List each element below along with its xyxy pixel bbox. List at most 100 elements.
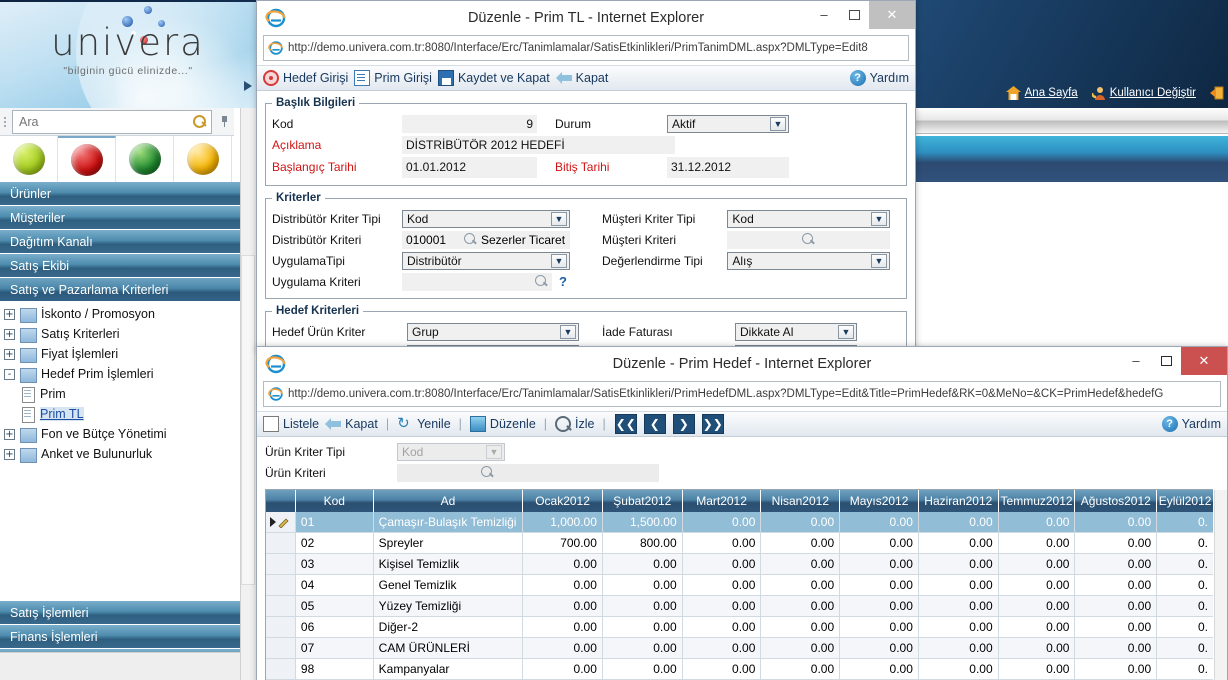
quick-tab-green[interactable] xyxy=(0,136,58,182)
kaydet-ve-kapat-button[interactable]: Kaydet ve Kapat xyxy=(437,70,550,86)
grid-column-mayis2012[interactable]: Mayıs2012 xyxy=(840,490,919,512)
select-musteri-kriter-tipi[interactable]: Kod ▼ xyxy=(727,209,890,228)
chevron-down-icon[interactable]: ▼ xyxy=(871,253,887,268)
tree-item-anket-ve-bulunurluk[interactable]: + Anket ve Bulunurluk xyxy=(0,444,240,464)
expander-icon[interactable]: + xyxy=(4,328,15,340)
table-row[interactable]: 04 Genel Temizlik 0.00 0.00 0.00 0.00 0.… xyxy=(266,575,1213,596)
first-record-button[interactable]: ❮❮ xyxy=(614,414,637,434)
grid-vertical-scrollbar[interactable] xyxy=(1214,490,1227,680)
table-row[interactable]: 03 Kişisel Temizlik 0.00 0.00 0.00 0.00 … xyxy=(266,554,1213,575)
table-row[interactable]: 05 Yüzey Temizliği 0.00 0.00 0.00 0.00 0… xyxy=(266,596,1213,617)
tree-item-label[interactable]: Prim TL xyxy=(40,407,84,421)
field-kod[interactable]: 9 xyxy=(402,114,537,133)
grid-column-subat2012[interactable]: Şubat2012 xyxy=(603,490,683,512)
grid-column-ocak2012[interactable]: Ocak2012 xyxy=(523,490,603,512)
collapse-icon[interactable]: - xyxy=(4,368,15,380)
select-durum[interactable]: Aktif ▼ xyxy=(667,114,789,133)
expander-icon[interactable]: + xyxy=(4,308,15,320)
help-question-icon[interactable]: ? xyxy=(555,274,571,290)
portal-link-logout[interactable]: Ç xyxy=(1210,86,1228,100)
quick-tab-red[interactable] xyxy=(58,136,116,182)
window-prim-tl[interactable]: Düzenle - Prim TL - Internet Explorer – … xyxy=(256,0,916,394)
chevron-down-icon[interactable]: ▼ xyxy=(770,116,786,131)
field-bitis-tarihi[interactable]: 31.12.2012 xyxy=(667,156,789,178)
window1-titlebar[interactable]: Düzenle - Prim TL - Internet Explorer – … xyxy=(257,0,915,35)
tree-item-iskonto-promosyon[interactable]: + İskonto / Promosyon xyxy=(0,304,240,324)
chevron-down-icon[interactable]: ▼ xyxy=(551,253,567,268)
quick-tab-yellow[interactable] xyxy=(174,136,232,182)
kapat-button[interactable]: Kapat xyxy=(325,417,378,431)
search-box[interactable] xyxy=(12,109,212,134)
duzenle-button[interactable]: Düzenle xyxy=(469,416,536,432)
select-hedef-urun-kriter[interactable]: Grup ▼ xyxy=(407,323,579,341)
table-row[interactable]: 98 Kampanyalar 0.00 0.00 0.00 0.00 0.00 … xyxy=(266,659,1213,680)
sidebar-item-satis-ve-pazarlama-kriterleri[interactable]: Satış ve Pazarlama Kriterleri xyxy=(0,278,240,302)
field-baslangic-tarihi[interactable]: 01.01.2012 xyxy=(402,156,537,178)
hedef-girisi-button[interactable]: Hedef Girişi xyxy=(263,70,348,86)
drag-grip-icon[interactable] xyxy=(0,112,10,132)
expander-icon[interactable]: + xyxy=(4,428,15,440)
panel-expand-arrow-icon[interactable] xyxy=(244,80,252,91)
window2-titlebar[interactable]: Düzenle - Prim Hedef - Internet Explorer… xyxy=(257,346,1227,381)
grid-column-mart2012[interactable]: Mart2012 xyxy=(683,490,762,512)
window1-address-bar[interactable]: http://demo.univera.com.tr:8080/Interfac… xyxy=(263,35,909,61)
quick-tab-dark-green[interactable] xyxy=(116,136,174,182)
listele-button[interactable]: Listele xyxy=(263,416,319,432)
yardim-button[interactable]: ? Yardım xyxy=(849,70,909,86)
maximize-button[interactable] xyxy=(839,1,869,29)
field-aciklama[interactable]: DİSTRİBÜTÖR 2012 HEDEFİ xyxy=(402,135,675,154)
lookup-search-icon[interactable] xyxy=(535,275,548,288)
grid-column-kod[interactable]: Kod xyxy=(296,490,374,512)
window-prim-hedef[interactable]: Düzenle - Prim Hedef - Internet Explorer… xyxy=(256,346,1228,680)
table-row[interactable]: 01 Çamaşır-Bulaşık Temizliği 1,000.00 1,… xyxy=(266,512,1213,533)
chevron-down-icon[interactable]: ▼ xyxy=(551,211,567,226)
table-row[interactable]: 07 CAM ÜRÜNLERİ 0.00 0.00 0.00 0.00 0.00… xyxy=(266,638,1213,659)
table-row[interactable]: 02 Spreyler 700.00 800.00 0.00 0.00 0.00… xyxy=(266,533,1213,554)
sidebar-item-musteriler[interactable]: Müşteriler xyxy=(0,206,240,230)
kapat-button[interactable]: Kapat xyxy=(555,71,608,85)
tree-item-hedef-prim-islemleri[interactable]: - Hedef Prim İşlemleri xyxy=(0,364,240,384)
close-button[interactable]: ✕ xyxy=(869,0,915,29)
tree-item-satis-kriterleri[interactable]: + Satış Kriterleri xyxy=(0,324,240,344)
select-uygulama-tipi[interactable]: Distribütör ▼ xyxy=(402,251,570,270)
select-degerlendirme-tipi[interactable]: Alış ▼ xyxy=(727,251,890,270)
grid-column-nisan2012[interactable]: Nisan2012 xyxy=(761,490,841,512)
sidebar-item-finans-islemleri[interactable]: Finans İşlemleri xyxy=(0,625,240,649)
lookup-search-icon[interactable] xyxy=(802,233,815,246)
left-panel-scrollbar[interactable] xyxy=(241,255,255,585)
expander-icon[interactable]: + xyxy=(4,348,15,360)
chevron-down-icon[interactable]: ▼ xyxy=(871,211,887,226)
minimize-button[interactable]: – xyxy=(809,1,839,29)
sidebar-item-satis-ekibi[interactable]: Satış Ekibi xyxy=(0,254,240,278)
grid-column-ad[interactable]: Ad xyxy=(374,490,524,512)
grid-column-haziran2012[interactable]: Haziran2012 xyxy=(919,490,999,512)
portal-link-kullanici-degistir[interactable]: Kullanıcı Değiştir xyxy=(1090,86,1196,100)
portal-link-ana-sayfa[interactable]: Ana Sayfa xyxy=(1005,86,1078,100)
sidebar-item-dagitim-kanali[interactable]: Dağıtım Kanalı xyxy=(0,230,240,254)
window2-address-bar[interactable]: http://demo.univera.com.tr:8080/Interfac… xyxy=(263,381,1221,407)
lookup-uygulama-kriteri[interactable] xyxy=(402,272,552,291)
sidebar-item-urunler[interactable]: Ürünler xyxy=(0,182,240,206)
lookup-distributor-kriteri[interactable]: 010001 Sezerler Ticaret xyxy=(402,230,570,249)
previous-record-button[interactable]: ❮ xyxy=(643,414,666,434)
search-icon[interactable] xyxy=(193,114,207,129)
grid-column-eylul2012[interactable]: Eylül2012 xyxy=(1157,490,1213,512)
chevron-down-icon[interactable]: ▼ xyxy=(838,325,854,339)
grid-column-indicator[interactable] xyxy=(266,490,296,512)
tree-item-fon-ve-butce-yonetimi[interactable]: + Fon ve Bütçe Yönetimi xyxy=(0,424,240,444)
table-row[interactable]: 06 Diğer-2 0.00 0.00 0.00 0.00 0.00 0.00… xyxy=(266,617,1213,638)
select-iade-faturasi[interactable]: Dikkate Al ▼ xyxy=(735,323,857,341)
tree-item-prim-tl[interactable]: Prim TL xyxy=(0,404,240,424)
chevron-down-icon[interactable]: ▼ xyxy=(560,325,576,339)
minimize-button[interactable]: – xyxy=(1121,347,1151,375)
pin-button[interactable] xyxy=(214,109,234,135)
search-input[interactable] xyxy=(17,113,193,130)
close-button[interactable]: ✕ xyxy=(1181,346,1227,375)
lookup-search-icon[interactable] xyxy=(464,233,477,246)
izle-button[interactable]: İzle xyxy=(555,416,595,432)
maximize-button[interactable] xyxy=(1151,347,1181,375)
next-record-button[interactable]: ❯ xyxy=(672,414,695,434)
yardim-button[interactable]: ? Yardım xyxy=(1161,416,1221,432)
last-record-button[interactable]: ❯❯ xyxy=(701,414,724,434)
select-distributor-kriter-tipi[interactable]: Kod ▼ xyxy=(402,209,570,228)
